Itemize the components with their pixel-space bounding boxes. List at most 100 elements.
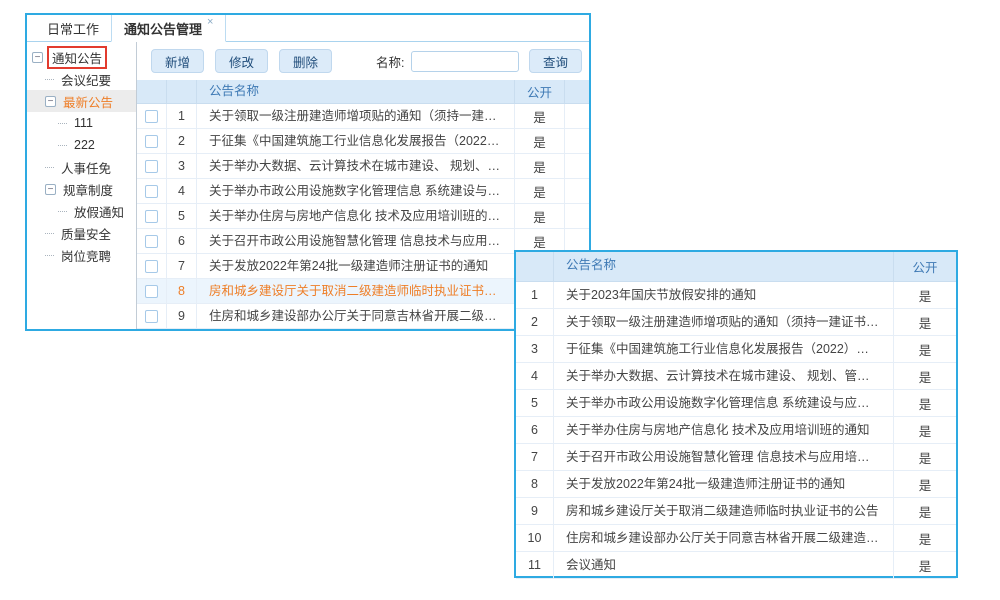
- announcement-name-cell: 关于发放2022年第24批一级建造师注册证书的通知: [197, 254, 515, 278]
- category-tree: −通知公告会议纪要−最新公告111222人事任免−规章制度放假通知质量安全岗位竞…: [27, 42, 137, 329]
- public-cell: 是: [894, 552, 956, 578]
- row-checkbox[interactable]: [145, 235, 158, 248]
- tree-item-label: 最新公告: [60, 91, 116, 112]
- public-cell: 是: [515, 104, 565, 128]
- row-number: 7: [516, 444, 554, 470]
- row-number: 6: [167, 229, 197, 253]
- tree-item[interactable]: 人事任免: [27, 156, 136, 178]
- collapse-icon[interactable]: −: [45, 96, 56, 107]
- tab-bar: 日常工作 通知公告管理 ×: [27, 15, 589, 42]
- popup-header-number-cell: [516, 252, 554, 281]
- table-row[interactable]: 5关于举办住房与房地产信息化 技术及应用培训班的通知是: [137, 204, 589, 229]
- collapse-icon[interactable]: −: [45, 184, 56, 195]
- row-number: 2: [516, 309, 554, 335]
- row-number: 6: [516, 417, 554, 443]
- popup-table-row[interactable]: 2关于领取一级注册建造师增项贴的通知（须持一建证书前…是: [516, 309, 956, 336]
- row-number: 2: [167, 129, 197, 153]
- tree-item[interactable]: 岗位竞聘: [27, 244, 136, 266]
- table-row[interactable]: 1关于领取一级注册建造师增项贴的通知（须持一建证书前…是: [137, 104, 589, 129]
- popup-table-row[interactable]: 3于征集《中国建筑施工行业信息化发展报告（2022）—BI…是: [516, 336, 956, 363]
- tab-notice-management[interactable]: 通知公告管理 ×: [111, 15, 226, 42]
- tree-item-label: 质量安全: [58, 223, 114, 244]
- row-number: 10: [516, 525, 554, 551]
- tree-item[interactable]: 质量安全: [27, 222, 136, 244]
- tree-item[interactable]: −通知公告: [27, 46, 136, 68]
- announcement-name-cell: 关于领取一级注册建造师增项贴的通知（须持一建证书前…: [554, 309, 894, 335]
- popup-table-row[interactable]: 4关于举办大数据、云计算技术在城市建设、 规划、管理与…是: [516, 363, 956, 390]
- table-row[interactable]: 2于征集《中国建筑施工行业信息化发展报告（2022）—BI…是: [137, 129, 589, 154]
- public-cell: 是: [894, 336, 956, 362]
- announcement-name-cell: 会议通知: [554, 552, 894, 578]
- tab-daily-work[interactable]: 日常工作: [35, 15, 111, 41]
- tree-item[interactable]: −最新公告: [27, 90, 136, 112]
- tree-item-label: 111: [71, 115, 96, 131]
- row-checkbox[interactable]: [145, 310, 158, 323]
- toolbar: 新增 修改 删除 名称: 查询: [137, 42, 589, 80]
- row-number: 4: [167, 179, 197, 203]
- popup-table-row[interactable]: 11会议通知是: [516, 552, 956, 579]
- query-button[interactable]: 查询: [529, 49, 582, 73]
- popup-table-row[interactable]: 10住房和城乡建设部办公厅关于同意吉林省开展二级建造师…是: [516, 525, 956, 552]
- checkbox-cell: [137, 304, 167, 328]
- announcement-name-cell: 关于2023年国庆节放假安排的通知: [554, 282, 894, 308]
- checkbox-cell: [137, 254, 167, 278]
- popup-table-row[interactable]: 1关于2023年国庆节放假安排的通知是: [516, 282, 956, 309]
- delete-button[interactable]: 删除: [279, 49, 332, 73]
- public-cell: 是: [515, 154, 565, 178]
- tree-item[interactable]: 会议纪要: [27, 68, 136, 90]
- announcement-name-cell: 关于举办住房与房地产信息化 技术及应用培训班的通知: [554, 417, 894, 443]
- public-cell: 是: [515, 129, 565, 153]
- tree-connector: [45, 255, 54, 256]
- row-checkbox[interactable]: [145, 160, 158, 173]
- tree-item-label: 规章制度: [60, 179, 116, 200]
- end-cell: [565, 179, 589, 203]
- row-checkbox[interactable]: [145, 260, 158, 273]
- checkbox-cell: [137, 104, 167, 128]
- tab-daily-work-label: 日常工作: [47, 19, 99, 38]
- row-checkbox[interactable]: [145, 110, 158, 123]
- tree-item-label: 会议纪要: [58, 69, 114, 90]
- tree-connector: [45, 167, 54, 168]
- name-field-label: 名称:: [376, 52, 404, 71]
- announcement-name-cell: 关于召开市政公用设施智慧化管理 信息技术与应用培训班…: [554, 444, 894, 470]
- popup-table-row[interactable]: 5关于举办市政公用设施数字化管理信息 系统建设与应用培…是: [516, 390, 956, 417]
- header-end-cell: [565, 80, 589, 103]
- announcement-name-cell: 于征集《中国建筑施工行业信息化发展报告（2022）—BI…: [554, 336, 894, 362]
- popup-table-row[interactable]: 9房和城乡建设厅关于取消二级建造师临时执业证书的公告是: [516, 498, 956, 525]
- close-icon[interactable]: ×: [207, 17, 213, 28]
- announcement-name-cell: 房和城乡建设厅关于取消二级建造师临时执业证书的公告: [197, 279, 515, 303]
- public-cell: 是: [894, 525, 956, 551]
- tree-item[interactable]: 111: [27, 112, 136, 134]
- popup-table-row[interactable]: 8关于发放2022年第24批一级建造师注册证书的通知是: [516, 471, 956, 498]
- table-row[interactable]: 3关于举办大数据、云计算技术在城市建设、 规划、管理与…是: [137, 154, 589, 179]
- tree-item[interactable]: 222: [27, 134, 136, 156]
- edit-button[interactable]: 修改: [215, 49, 268, 73]
- popup-table-row[interactable]: 6关于举办住房与房地产信息化 技术及应用培训班的通知是: [516, 417, 956, 444]
- header-public-cell: 公开: [515, 80, 565, 103]
- end-cell: [565, 104, 589, 128]
- row-checkbox[interactable]: [145, 285, 158, 298]
- announcement-name-cell: 关于召开市政公用设施智慧化管理 信息技术与应用培训班…: [197, 229, 515, 253]
- add-button[interactable]: 新增: [151, 49, 204, 73]
- announcement-name-cell: 关于举办市政公用设施数字化管理信息 系统建设与应用培…: [554, 390, 894, 416]
- announcement-name-cell: 关于领取一级注册建造师增项贴的通知（须持一建证书前…: [197, 104, 515, 128]
- row-checkbox[interactable]: [145, 210, 158, 223]
- row-number: 4: [516, 363, 554, 389]
- collapse-icon[interactable]: −: [32, 52, 43, 63]
- popup-table-row[interactable]: 7关于召开市政公用设施智慧化管理 信息技术与应用培训班…是: [516, 444, 956, 471]
- tree-connector: [45, 233, 54, 234]
- tree-item-label: 通知公告: [47, 46, 107, 69]
- announcement-name-cell: 住房和城乡建设部办公厅关于同意吉林省开展二级建造师…: [554, 525, 894, 551]
- row-checkbox[interactable]: [145, 135, 158, 148]
- tree-item[interactable]: −规章制度: [27, 178, 136, 200]
- row-checkbox[interactable]: [145, 185, 158, 198]
- name-search-input[interactable]: [411, 51, 519, 72]
- table-row[interactable]: 4关于举办市政公用设施数字化管理信息 系统建设与应用培…是: [137, 179, 589, 204]
- tree-item-label: 人事任免: [58, 157, 114, 178]
- tree-connector: [58, 211, 67, 212]
- row-number: 8: [516, 471, 554, 497]
- row-number: 7: [167, 254, 197, 278]
- tree-item[interactable]: 放假通知: [27, 200, 136, 222]
- tree-item-label: 岗位竞聘: [58, 245, 114, 266]
- announcement-name-cell: 关于举办大数据、云计算技术在城市建设、 规划、管理与…: [554, 363, 894, 389]
